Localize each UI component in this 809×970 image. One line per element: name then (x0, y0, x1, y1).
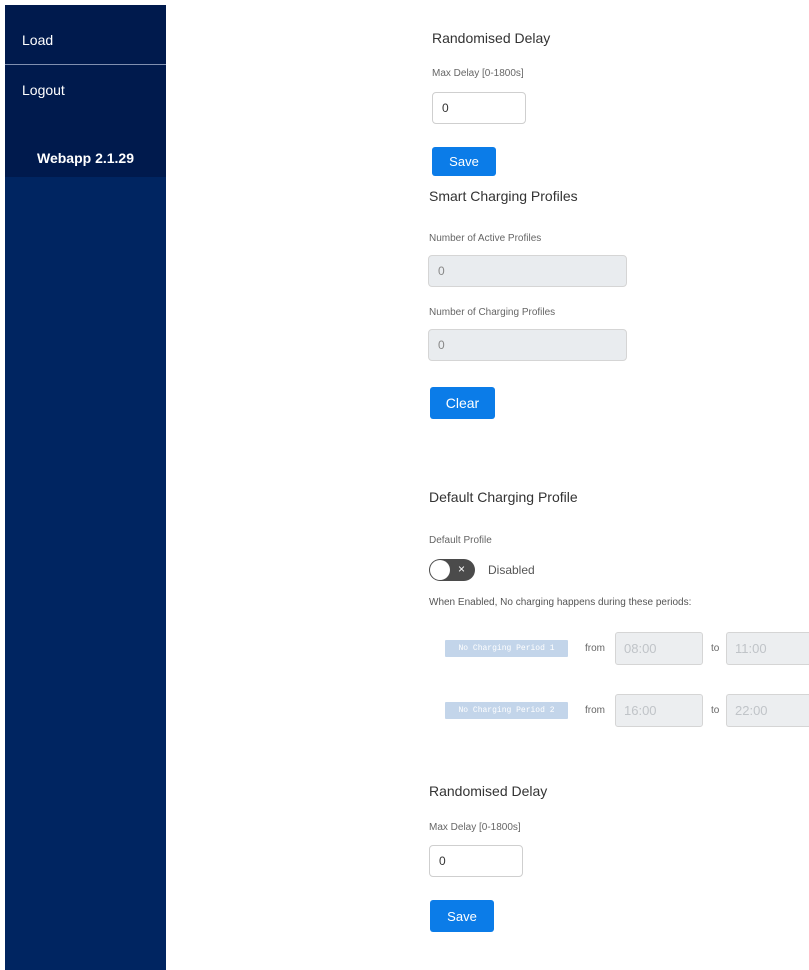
to-label: to (711, 643, 720, 654)
period-2-to-input[interactable] (726, 694, 809, 727)
max-delay-label: Max Delay [0-1800s] (432, 68, 524, 79)
default-profile-toggle[interactable]: × (429, 559, 475, 581)
max-delay-input[interactable] (432, 92, 526, 124)
period-1-from-input[interactable] (615, 632, 703, 665)
sidebar-item-load[interactable]: Load (5, 5, 166, 65)
save-button[interactable]: Save (432, 147, 496, 176)
smart-charging-title: Smart Charging Profiles (429, 188, 578, 204)
app-version: Webapp 2.1.29 (36, 150, 134, 166)
randomised-delay-title: Randomised Delay (432, 30, 551, 46)
max-delay-label: Max Delay [0-1800s] (429, 822, 521, 833)
from-label: from (585, 705, 605, 716)
period-2-tag: No Charging Period 2 (445, 702, 568, 719)
clear-button[interactable]: Clear (430, 387, 495, 419)
randomised-delay-title: Randomised Delay (429, 783, 548, 799)
toggle-state-label: Disabled (488, 563, 535, 577)
from-label: from (585, 643, 605, 654)
default-profile-label: Default Profile (429, 535, 492, 546)
sidebar-item-label: Logout (22, 82, 65, 98)
charging-profiles-label: Number of Charging Profiles (429, 307, 556, 318)
default-profile-title: Default Charging Profile (429, 489, 578, 505)
active-profiles-label: Number of Active Profiles (429, 233, 542, 244)
save-button[interactable]: Save (430, 900, 494, 932)
period-1-tag: No Charging Period 1 (445, 640, 568, 657)
sidebar-top-panel: Load Logout Webapp 2.1.29 (5, 5, 166, 177)
no-charging-hint: When Enabled, No charging happens during… (429, 597, 692, 608)
period-2-from-input[interactable] (615, 694, 703, 727)
sidebar-item-logout[interactable]: Logout (5, 65, 166, 115)
close-icon: × (458, 562, 466, 576)
max-delay-input[interactable] (429, 845, 523, 877)
sidebar: Load Logout Webapp 2.1.29 (5, 5, 166, 970)
period-1-to-input[interactable] (726, 632, 809, 665)
sidebar-item-label: Load (22, 32, 54, 48)
charging-profiles-field (428, 329, 627, 361)
toggle-knob (430, 560, 450, 580)
active-profiles-field (428, 255, 627, 287)
to-label: to (711, 705, 720, 716)
